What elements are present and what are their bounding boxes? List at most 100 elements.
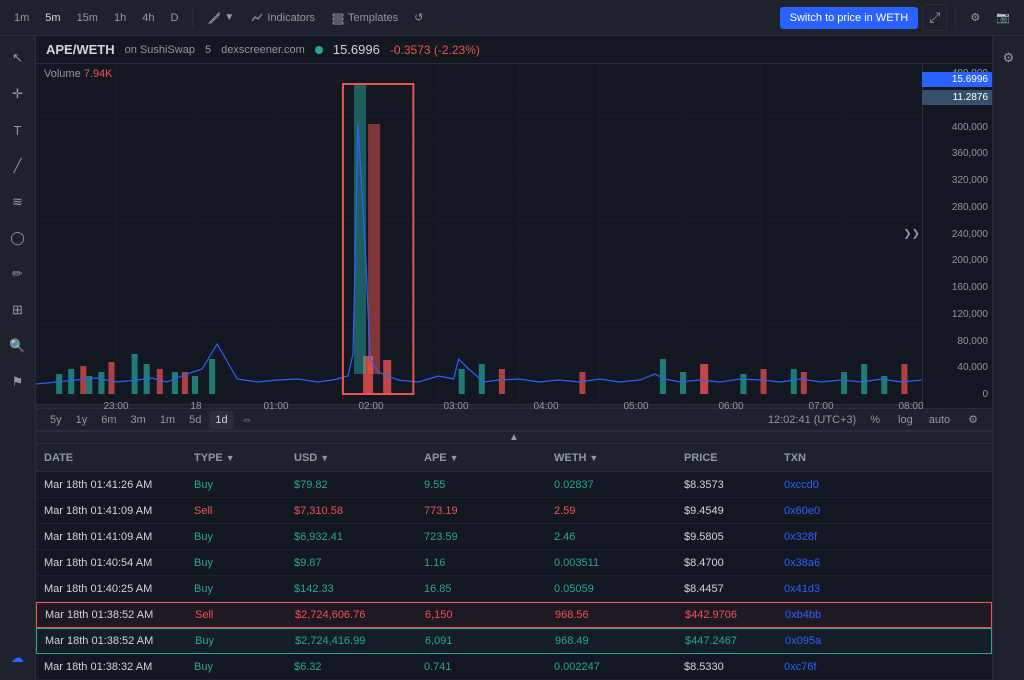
- screenshot-btn[interactable]: 📷: [990, 7, 1016, 28]
- time-axis: 23:00 18 01:00 02:00 03:00 04:00 05:00 0…: [36, 404, 922, 408]
- settings-gear-btn[interactable]: ⚙: [964, 7, 986, 28]
- trades-header: DATE TYPE ▼ USD ▼ APE ▼ WETH ▼: [36, 444, 992, 472]
- td-ape: 6,150: [417, 609, 547, 621]
- drag-handle[interactable]: ▲: [36, 431, 992, 444]
- usd-filter-icon[interactable]: ▼: [320, 453, 329, 463]
- timeframe-4h-btn[interactable]: 4h: [136, 8, 160, 28]
- crosshair-tool-icon[interactable]: ✛: [4, 80, 32, 108]
- tf-5d-btn[interactable]: 5d: [183, 411, 207, 429]
- fibonacci-icon[interactable]: ≋: [4, 188, 32, 216]
- timeframe-d-btn[interactable]: D: [164, 8, 184, 28]
- tf-1d-btn[interactable]: 1d: [209, 411, 233, 429]
- td-price: $8.4700: [676, 557, 776, 569]
- td-txn[interactable]: 0xccd0: [776, 479, 876, 491]
- price-dot: [315, 46, 323, 54]
- auto-btn[interactable]: auto: [925, 412, 954, 428]
- time-label-0400: 04:00: [533, 401, 558, 412]
- td-weth: 968.49: [547, 635, 677, 647]
- td-date: Mar 18th 01:40:54 AM: [36, 557, 186, 569]
- cloud-icon[interactable]: ☁: [4, 644, 32, 672]
- tf-6m-btn[interactable]: 6m: [95, 411, 122, 429]
- td-ape: 1.16: [416, 557, 546, 569]
- td-type: Buy: [186, 479, 286, 491]
- td-price: $442.9706: [677, 609, 777, 621]
- expand-arrows[interactable]: ❯❯: [903, 229, 920, 240]
- undo-btn[interactable]: ↺: [408, 7, 429, 28]
- td-txn[interactable]: 0x328f: [776, 531, 876, 543]
- td-txn[interactable]: 0x38a6: [776, 557, 876, 569]
- chart-container: APE/WETH on SushiSwap 5 dexscreener.com …: [36, 36, 992, 680]
- drawing-tool-btn[interactable]: ▼: [201, 7, 240, 29]
- col-type: TYPE ▼: [186, 452, 286, 464]
- fullscreen-btn[interactable]: ⤢: [922, 4, 947, 31]
- tf-1m-btn[interactable]: 1m: [154, 411, 181, 429]
- table-row[interactable]: Mar 18th 01:40:25 AM Buy $142.33 16.85 0…: [36, 576, 992, 602]
- time-label-0300: 03:00: [443, 401, 468, 412]
- td-usd: $142.33: [286, 583, 416, 595]
- table-row[interactable]: Mar 18th 01:41:26 AM Buy $79.82 9.55 0.0…: [36, 472, 992, 498]
- bottom-toolbar: 5y 1y 6m 3m 1m 5d 1d ⇔ 12:02:41 (UTC+3) …: [36, 408, 992, 431]
- tf-3m-btn[interactable]: 3m: [125, 411, 152, 429]
- table-row[interactable]: Mar 18th 01:40:54 AM Buy $9.87 1.16 0.00…: [36, 550, 992, 576]
- percent-btn[interactable]: %: [864, 411, 886, 429]
- top-toolbar: 1m 5m 15m 1h 4h D ▼ Indicators Templates…: [0, 0, 1024, 36]
- timeframe-15m-btn[interactable]: 15m: [71, 8, 104, 28]
- time-label-0800: 08:00: [898, 401, 923, 412]
- table-row-highlighted-sell[interactable]: Mar 18th 01:38:52 AM Sell $2,724,606.76 …: [36, 602, 992, 628]
- time-label-18: 18: [190, 401, 201, 412]
- td-date: Mar 18th 01:40:25 AM: [36, 583, 186, 595]
- main-area: ↖ ✛ T ╱ ≋ ◯ ✏ ⊞ 🔍 ⚑ ☁ APE/WETH on SushiS…: [0, 36, 1024, 680]
- timeframe-1h-btn[interactable]: 1h: [108, 8, 132, 28]
- timeframe-1m-btn[interactable]: 1m: [8, 8, 35, 28]
- td-weth: 0.002247: [546, 661, 676, 673]
- chart-canvas[interactable]: Volume 7.94K 480,000 440,000 400,000 360…: [36, 64, 992, 404]
- cursor-tool-icon[interactable]: ↖: [4, 44, 32, 72]
- time-label-0500: 05:00: [623, 401, 648, 412]
- right-settings-icon[interactable]: ⚙: [995, 44, 1023, 72]
- td-date: Mar 18th 01:41:09 AM: [36, 531, 186, 543]
- td-price: $8.3573: [676, 479, 776, 491]
- ape-filter-icon[interactable]: ▼: [450, 453, 459, 463]
- col-price: PRICE: [676, 452, 776, 464]
- volume-label: Volume 7.94K: [44, 68, 113, 80]
- table-row[interactable]: Mar 18th 01:41:09 AM Sell $7,310.58 773.…: [36, 498, 992, 524]
- tf-5y-btn[interactable]: 5y: [44, 411, 68, 429]
- col-ape: APE ▼: [416, 452, 546, 464]
- weth-filter-icon[interactable]: ▼: [589, 453, 598, 463]
- td-date: Mar 18th 01:38:52 AM: [37, 609, 187, 621]
- td-price: $8.5330: [676, 661, 776, 673]
- time-label-0200: 02:00: [358, 401, 383, 412]
- chart-settings-btn[interactable]: ⚙: [962, 409, 984, 430]
- trend-line-icon[interactable]: ╱: [4, 152, 32, 180]
- indicators-btn[interactable]: Indicators: [244, 7, 321, 29]
- timeframe-5m-btn[interactable]: 5m: [39, 8, 66, 28]
- time-label-0600: 06:00: [718, 401, 743, 412]
- range-select-btn[interactable]: ⇔: [236, 411, 259, 429]
- chart-svg[interactable]: [36, 64, 992, 404]
- td-txn[interactable]: 0x41d3: [776, 583, 876, 595]
- pencil-icon[interactable]: ✏: [4, 260, 32, 288]
- tf-1y-btn[interactable]: 1y: [70, 411, 94, 429]
- td-price: $447.2467: [677, 635, 777, 647]
- td-txn[interactable]: 0x60e0: [776, 505, 876, 517]
- td-txn[interactable]: 0x095a: [777, 635, 877, 647]
- type-filter-icon[interactable]: ▼: [226, 453, 235, 463]
- log-btn[interactable]: log: [894, 412, 917, 428]
- td-date: Mar 18th 01:38:32 AM: [36, 661, 186, 673]
- td-txn[interactable]: 0xc76f: [776, 661, 876, 673]
- table-row[interactable]: Mar 18th 01:41:09 AM Buy $6,932.41 723.5…: [36, 524, 992, 550]
- td-usd: $79.82: [286, 479, 416, 491]
- price-change-display: -0.3573 (-2.23%): [390, 43, 480, 57]
- td-txn[interactable]: 0xb4bb: [777, 609, 877, 621]
- text-tool-icon[interactable]: T: [4, 116, 32, 144]
- zoom-icon[interactable]: 🔍: [4, 332, 32, 360]
- td-ape: 723.59: [416, 531, 546, 543]
- table-row-highlighted-buy[interactable]: Mar 18th 01:38:52 AM Buy $2,724,416.99 6…: [36, 628, 992, 654]
- templates-btn[interactable]: Templates: [325, 7, 404, 29]
- table-row[interactable]: Mar 18th 01:38:32 AM Buy $6.32 0.741 0.0…: [36, 654, 992, 680]
- flag-icon[interactable]: ⚑: [4, 368, 32, 396]
- switch-price-btn[interactable]: Switch to price in WETH: [780, 7, 919, 29]
- td-type: Buy: [186, 583, 286, 595]
- measure-icon[interactable]: ⊞: [4, 296, 32, 324]
- shapes-icon[interactable]: ◯: [4, 224, 32, 252]
